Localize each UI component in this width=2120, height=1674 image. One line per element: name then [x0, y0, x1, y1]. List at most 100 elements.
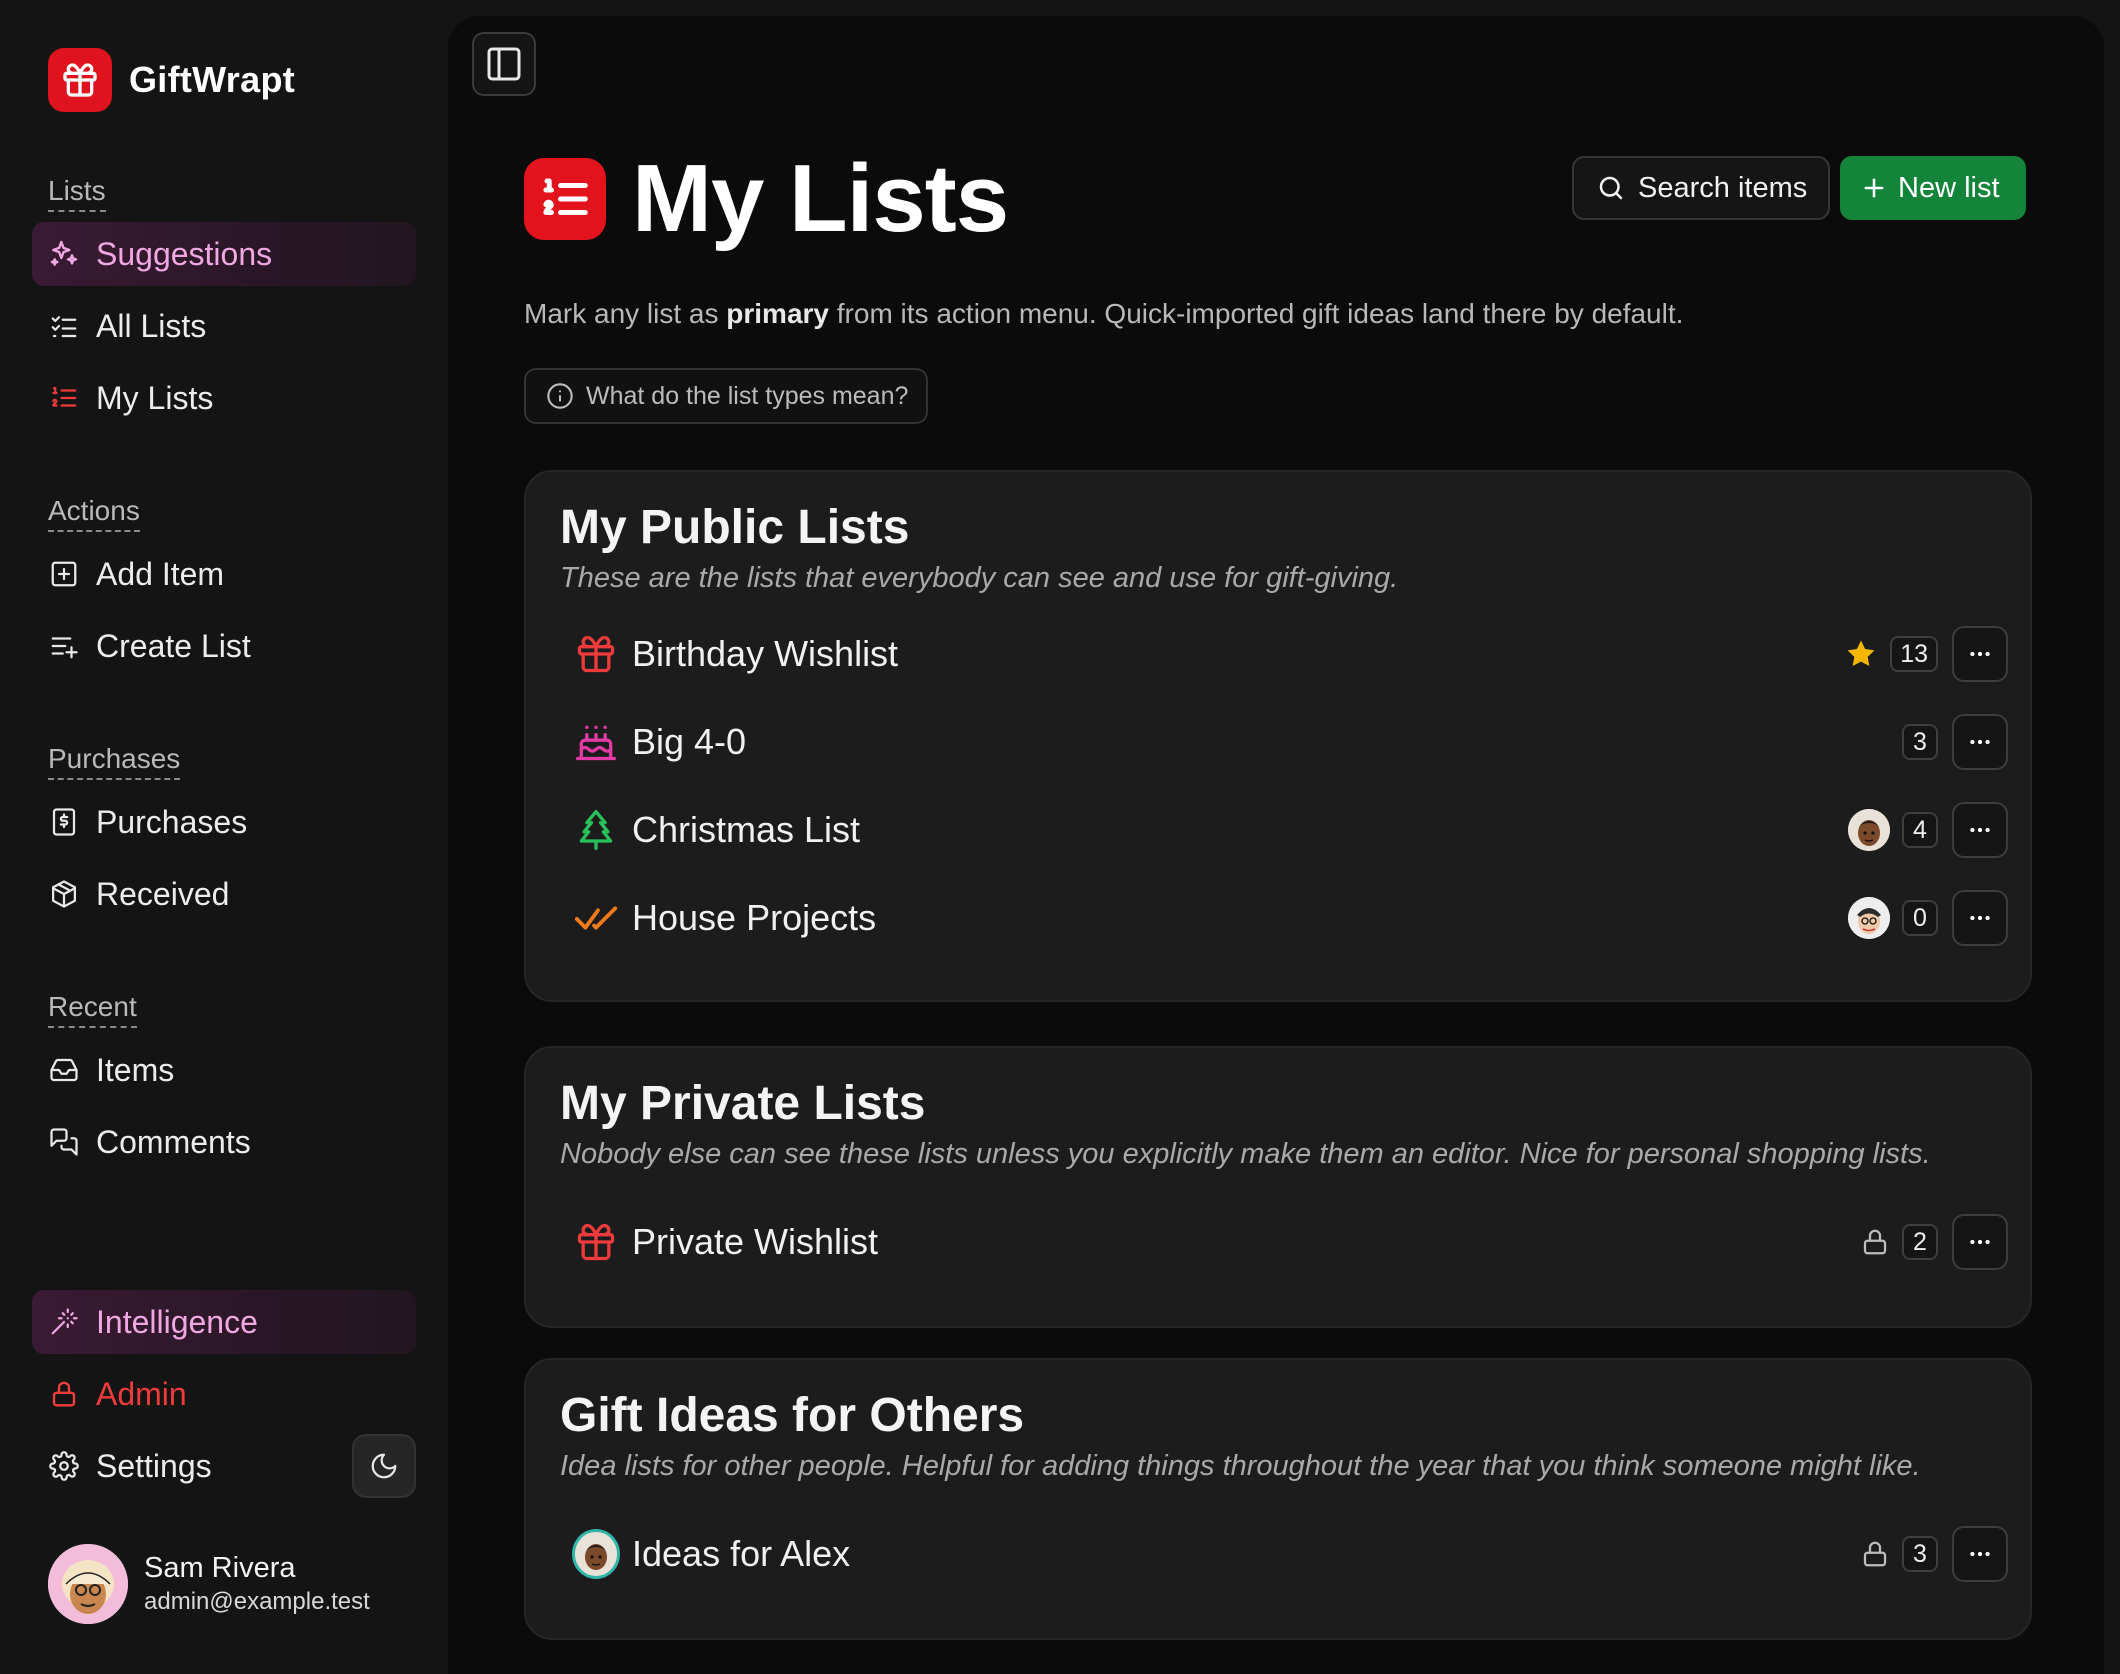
messages-icon: [48, 1126, 80, 1158]
list-actions-button[interactable]: [1952, 714, 2008, 770]
receipt-icon: [48, 806, 80, 838]
list-item[interactable]: Ideas for Alex 3: [560, 1522, 2008, 1586]
sidebar-item-label: Purchases: [96, 803, 248, 840]
package-open-icon: [48, 878, 80, 910]
avatar: [572, 1529, 620, 1579]
more-horizontal-icon: [1967, 729, 1993, 755]
sidebar-item-items[interactable]: Items: [32, 1038, 416, 1102]
list-name: Private Wishlist: [632, 1221, 879, 1262]
sidebar-item-my-lists[interactable]: My Lists: [32, 366, 416, 430]
list-item[interactable]: House Projects 0: [560, 886, 2008, 950]
list-actions-button[interactable]: [1952, 1526, 2008, 1582]
list-types-help-button[interactable]: What do the list types mean?: [524, 368, 928, 424]
card-title: My Public Lists: [560, 501, 910, 554]
item-count: 4: [1902, 812, 1938, 848]
sidebar-item-received[interactable]: Received: [32, 862, 416, 926]
list-types-help-label: What do the list types mean?: [586, 381, 909, 410]
list-plus-icon: [48, 630, 80, 662]
sidebar-item-all-lists[interactable]: All Lists: [32, 294, 416, 358]
more-horizontal-icon: [1967, 641, 1993, 667]
list-actions-button[interactable]: [1952, 1214, 2008, 1270]
inbox-icon: [48, 1054, 80, 1086]
search-items-label: Search items: [1638, 171, 1808, 204]
sidebar-item-label: Comments: [96, 1123, 251, 1160]
gift-ideas-card: Gift Ideas for Others Idea lists for oth…: [524, 1358, 2032, 1640]
avatar: [48, 1544, 128, 1624]
gear-icon: [48, 1450, 80, 1482]
gift-icon: [572, 1218, 620, 1266]
theme-toggle-button[interactable]: [352, 1434, 416, 1498]
list-item[interactable]: Christmas List 4: [560, 798, 2008, 862]
search-items-button[interactable]: Search items: [1572, 156, 1830, 220]
sidebar-item-settings[interactable]: Settings: [32, 1434, 332, 1498]
list-actions-button[interactable]: [1952, 890, 2008, 946]
double-check-icon: [572, 894, 620, 942]
new-list-label: New list: [1898, 171, 2000, 204]
sparkles-icon: [48, 238, 80, 270]
lock-icon: [1860, 1227, 1890, 1257]
avatar: [1848, 897, 1890, 939]
sidebar-item-suggestions[interactable]: Suggestions: [32, 222, 416, 286]
sidebar-toggle-button[interactable]: [472, 32, 536, 96]
sidebar: GiftWrapt Lists Suggestions All Lists My…: [0, 0, 448, 1674]
sidebar-item-label: All Lists: [96, 307, 207, 344]
section-recent: Recent: [48, 990, 137, 1028]
item-count: 2: [1902, 1224, 1938, 1260]
lock-icon: [48, 1378, 80, 1410]
user-profile[interactable]: Sam Rivera admin@example.test: [48, 1544, 370, 1624]
list-name: Birthday Wishlist: [632, 633, 899, 674]
section-lists: Lists: [48, 174, 106, 212]
more-horizontal-icon: [1967, 905, 1993, 931]
sidebar-item-label: Settings: [96, 1447, 212, 1484]
moon-icon: [369, 1451, 399, 1481]
plus-icon: [1860, 174, 1888, 202]
page-title: My Lists: [632, 145, 1009, 252]
list-checks-icon: [48, 310, 80, 342]
list-item[interactable]: Birthday Wishlist 13: [560, 622, 2008, 686]
list-name: Big 4-0: [632, 721, 747, 762]
section-actions: Actions: [48, 494, 140, 532]
sidebar-item-label: Items: [96, 1051, 175, 1088]
sidebar-item-label: Admin: [96, 1375, 187, 1412]
sidebar-item-create-list[interactable]: Create List: [32, 614, 416, 678]
list-name: House Projects: [632, 897, 877, 938]
card-title: My Private Lists: [560, 1077, 926, 1130]
more-horizontal-icon: [1967, 817, 1993, 843]
sidebar-item-purchases[interactable]: Purchases: [32, 790, 416, 854]
info-icon: [546, 382, 574, 410]
public-lists-card: My Public Lists These are the lists that…: [524, 470, 2032, 1002]
list-item[interactable]: Private Wishlist 2: [560, 1210, 2008, 1274]
sidebar-item-add-item[interactable]: Add Item: [32, 542, 416, 606]
app-name: GiftWrapt: [129, 59, 296, 100]
main-content: My Lists Search items New list Mark any …: [448, 16, 2104, 1674]
new-list-button[interactable]: New list: [1840, 156, 2026, 220]
tree-icon: [572, 806, 620, 854]
plus-square-icon: [48, 558, 80, 590]
brand[interactable]: GiftWrapt: [48, 48, 295, 112]
gift-logo-icon: [48, 48, 112, 112]
sidebar-item-label: Intelligence: [96, 1303, 258, 1340]
item-count: 3: [1902, 724, 1938, 760]
section-purchases: Purchases: [48, 742, 181, 780]
user-email: admin@example.test: [144, 1588, 370, 1615]
list-actions-button[interactable]: [1952, 802, 2008, 858]
sidebar-item-comments[interactable]: Comments: [32, 1110, 416, 1174]
card-subtitle: Idea lists for other people. Helpful for…: [560, 1450, 1921, 1482]
sidebar-item-intelligence[interactable]: Intelligence: [32, 1290, 416, 1354]
primary-hint: Mark any list as primary from its action…: [524, 298, 1684, 329]
more-horizontal-icon: [1967, 1541, 1993, 1567]
sidebar-item-admin[interactable]: Admin: [32, 1362, 416, 1426]
sidebar-item-label: Create List: [96, 627, 251, 664]
page-header: My Lists: [524, 144, 1009, 254]
cake-icon: [572, 718, 620, 766]
search-icon: [1596, 173, 1626, 203]
item-count: 0: [1902, 900, 1938, 936]
sidebar-item-label: Suggestions: [96, 235, 273, 272]
lock-icon: [1860, 1539, 1890, 1569]
list-actions-button[interactable]: [1952, 626, 2008, 682]
wand-icon: [48, 1306, 80, 1338]
item-count: 3: [1902, 1536, 1938, 1572]
private-lists-card: My Private Lists Nobody else can see the…: [524, 1046, 2032, 1328]
sidebar-item-label: Received: [96, 875, 230, 912]
list-item[interactable]: Big 4-0 3: [560, 710, 2008, 774]
